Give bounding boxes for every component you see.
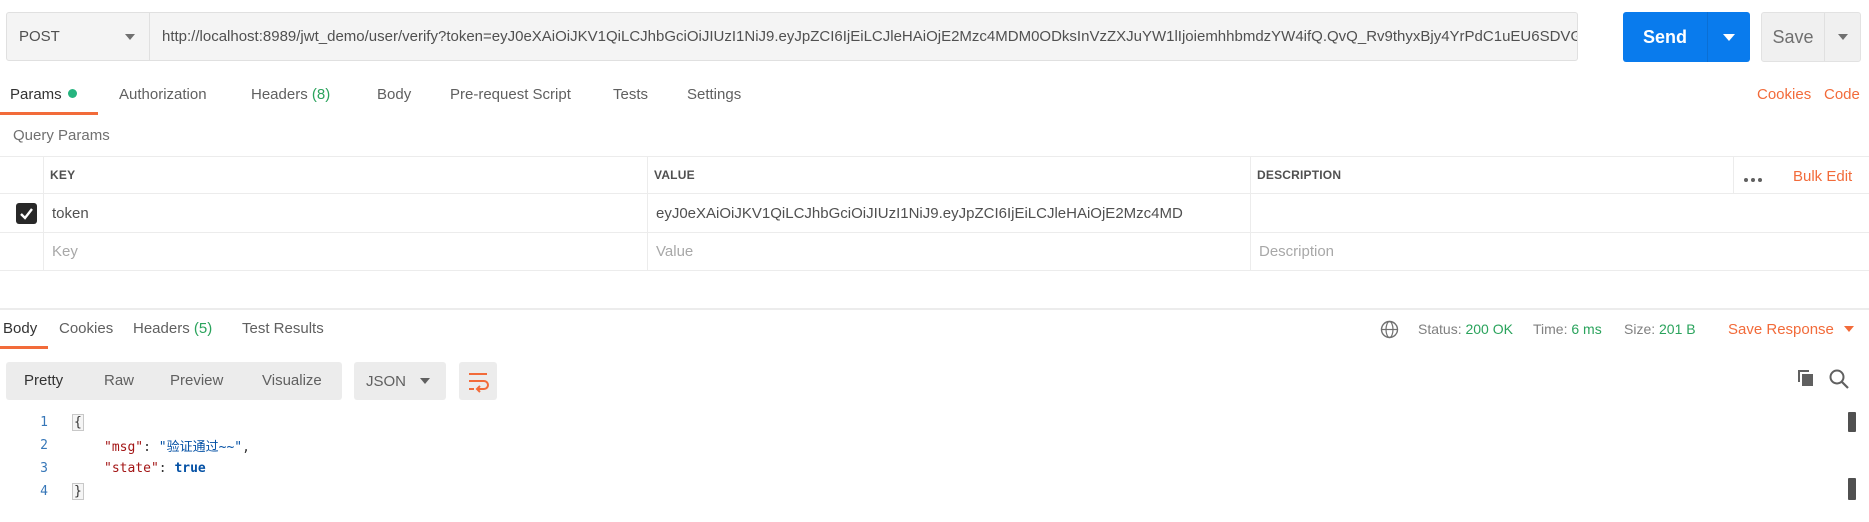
view-preview-button[interactable]: Preview <box>170 372 223 389</box>
check-icon <box>20 208 33 220</box>
caret-down-icon <box>1723 33 1735 41</box>
send-label: Send <box>1642 26 1687 47</box>
response-tab-body[interactable]: Body <box>3 320 37 337</box>
line-number: 4 <box>40 484 48 499</box>
response-tab-cookies[interactable]: Cookies <box>59 320 113 337</box>
param-enabled-checkbox[interactable] <box>16 203 37 224</box>
pane-divider[interactable] <box>0 308 1869 310</box>
globe-icon[interactable] <box>1380 320 1399 339</box>
size-value: 201 B <box>1659 321 1696 337</box>
status-dot-icon <box>67 89 77 98</box>
line-number: 2 <box>40 438 48 453</box>
tab-label: Headers <box>133 320 190 337</box>
tab-label: Headers <box>251 86 308 103</box>
time-label: Time: <box>1533 321 1568 337</box>
json-key: "state" <box>104 461 159 476</box>
tab-settings[interactable]: Settings <box>687 86 741 103</box>
tab-label: Params <box>10 86 62 103</box>
tab-label: Body <box>377 86 412 103</box>
size-readout: Size: 201 B <box>1624 321 1696 337</box>
tab-count: (5) <box>193 320 213 337</box>
status-label: Status: <box>1418 321 1462 337</box>
send-options-button[interactable] <box>1708 33 1750 41</box>
send-button[interactable]: Send <box>1623 12 1750 62</box>
code-line: 2 "msg": "验证通过~~", <box>0 434 1840 457</box>
table-header: KEY VALUE DESCRIPTION Bulk Edit <box>0 156 1869 194</box>
tab-body[interactable]: Body <box>377 86 411 103</box>
view-pretty-button[interactable]: Pretty <box>24 372 63 389</box>
save-label: Save <box>1772 26 1814 47</box>
tab-params[interactable]: Params <box>10 86 77 103</box>
code-line: 4 } <box>0 480 1840 503</box>
view-visualize-button[interactable]: Visualize <box>262 372 322 389</box>
view-mode-bar: Pretty Raw Preview Visualize <box>6 362 342 400</box>
url-input[interactable]: http://localhost:8989/jwt_demo/user/veri… <box>150 12 1578 61</box>
scrollbar-thumb[interactable] <box>1848 478 1856 500</box>
status-value: 200 OK <box>1465 321 1513 337</box>
code-line: 1 { <box>0 411 1840 434</box>
active-tab-indicator <box>0 112 98 115</box>
response-tab-headers[interactable]: Headers (5) <box>133 320 212 337</box>
column-header-value: VALUE <box>654 168 695 182</box>
view-raw-button[interactable]: Raw <box>104 372 134 389</box>
line-number: 1 <box>40 415 48 430</box>
save-options-button[interactable] <box>1825 34 1860 40</box>
tab-label: Authorization <box>119 86 207 103</box>
param-value-field[interactable]: eyJ0eXAiOiJKV1QiLCJhbGciOiJIUzI1NiJ9.eyJ… <box>649 194 1250 232</box>
column-header-description: DESCRIPTION <box>1257 168 1342 182</box>
response-tab-test-results[interactable]: Test Results <box>242 320 324 337</box>
wrap-lines-button[interactable] <box>459 362 497 400</box>
query-params-title: Query Params <box>13 127 110 144</box>
json-value: "验证通过~~" <box>158 440 243 455</box>
param-description-field[interactable] <box>1252 194 1852 232</box>
search-icon[interactable] <box>1828 368 1850 390</box>
scrollbar-thumb[interactable] <box>1848 412 1856 432</box>
save-response-button[interactable]: Save Response <box>1728 321 1854 338</box>
close-brace: } <box>72 483 84 500</box>
format-label: JSON <box>366 372 407 390</box>
time-value: 6 ms <box>1571 321 1602 337</box>
tab-label: Settings <box>687 86 742 103</box>
tab-tests[interactable]: Tests <box>613 86 648 103</box>
code-link[interactable]: Code <box>1824 86 1860 103</box>
json-key: "msg" <box>104 440 144 455</box>
size-label: Size: <box>1624 321 1656 337</box>
tab-count: (8) <box>311 86 331 103</box>
tab-headers[interactable]: Headers (8) <box>251 86 330 103</box>
open-brace: { <box>72 414 84 431</box>
save-response-label: Save Response <box>1728 321 1834 338</box>
column-header-key: KEY <box>50 168 76 182</box>
table-row: Key Value Description <box>0 233 1869 271</box>
tab-label: Pre-request Script <box>450 86 571 103</box>
caret-down-icon <box>420 378 430 384</box>
new-description-field[interactable]: Description <box>1252 233 1852 270</box>
copy-icon[interactable] <box>1796 368 1816 388</box>
line-number: 3 <box>40 461 48 476</box>
time-readout: Time: 6 ms <box>1533 321 1602 337</box>
caret-down-icon <box>1837 34 1848 40</box>
method-select[interactable]: POST <box>6 12 150 61</box>
param-key-field[interactable]: token <box>45 194 647 232</box>
bulk-edit-link[interactable]: Bulk Edit <box>1793 168 1852 185</box>
cookies-link[interactable]: Cookies <box>1757 86 1811 103</box>
table-row: token eyJ0eXAiOiJKV1QiLCJhbGciOiJIUzI1Ni… <box>0 194 1869 233</box>
status-readout: Status: 200 OK <box>1418 321 1513 337</box>
new-key-field[interactable]: Key <box>45 233 647 270</box>
tab-pre-request-script[interactable]: Pre-request Script <box>450 86 571 103</box>
save-button[interactable]: Save <box>1761 12 1861 62</box>
code-line: 3 "state": true <box>0 457 1840 480</box>
wrap-icon <box>469 373 489 393</box>
more-icon[interactable] <box>1744 169 1765 186</box>
caret-down-icon <box>1843 326 1854 332</box>
json-value: true <box>174 461 206 476</box>
method-label: POST <box>19 28 60 45</box>
tab-authorization[interactable]: Authorization <box>119 86 207 103</box>
new-value-field[interactable]: Value <box>649 233 1250 270</box>
active-response-tab-indicator <box>0 346 48 349</box>
caret-down-icon <box>125 34 135 40</box>
format-select[interactable]: JSON <box>354 362 446 400</box>
tab-label: Tests <box>613 86 649 103</box>
